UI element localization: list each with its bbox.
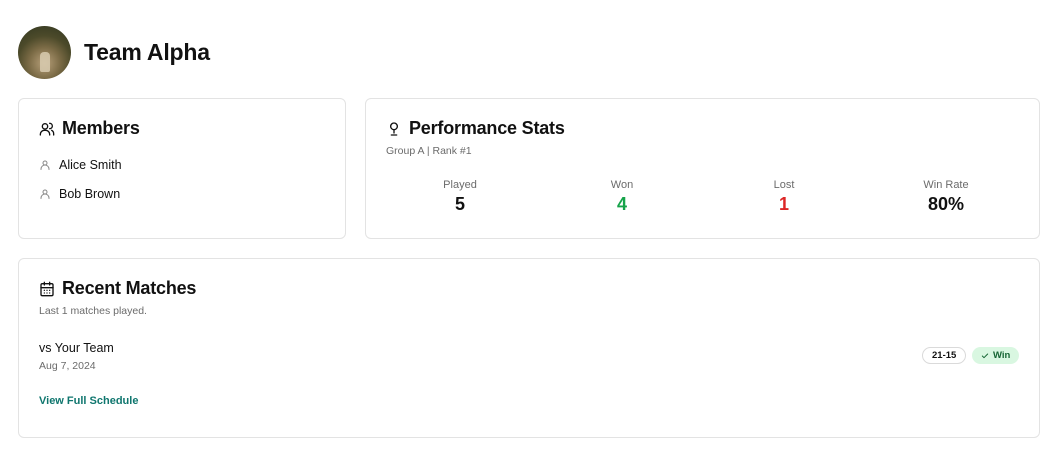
stat-lost: Lost 1 (724, 179, 844, 215)
result-badge: Win (972, 347, 1020, 364)
users-icon (39, 122, 55, 136)
stat-won: Won 4 (562, 179, 682, 215)
member-name: Bob Brown (59, 187, 121, 201)
stats-title-text: Performance Stats (409, 118, 565, 138)
stat-value: 1 (778, 194, 789, 214)
stats-title: Performance Stats (386, 118, 565, 139)
stat-value: 4 (616, 194, 627, 214)
stat-label: Won (610, 179, 634, 191)
member-item: Bob Brown (39, 187, 120, 201)
user-icon (40, 189, 50, 199)
performance-stats-card: Performance Stats Group A | Rank #1 Play… (365, 98, 1040, 239)
match-opponent: vs Your Team (39, 341, 114, 355)
stat-value: 5 (454, 194, 465, 214)
matches-subtitle: Last 1 matches played. (39, 305, 147, 317)
trophy-icon (390, 121, 398, 136)
score-badge: 21-15 (922, 347, 967, 364)
stat-played: Played 5 (400, 179, 520, 215)
stat-label: Played (443, 179, 477, 191)
team-avatar (18, 26, 71, 79)
result-label: Win (993, 350, 1011, 361)
members-card: Members Alice Smith Bob Brown (18, 98, 346, 239)
calendar-icon (40, 281, 54, 296)
stat-label: Lost (773, 179, 795, 191)
match-date: Aug 7, 2024 (39, 360, 96, 372)
matches-title-text: Recent Matches (62, 278, 197, 298)
members-title: Members (39, 118, 140, 139)
view-full-schedule-link[interactable]: View Full Schedule (39, 395, 138, 407)
member-name: Alice Smith (59, 158, 122, 172)
stats-subtitle: Group A | Rank #1 (386, 145, 472, 157)
member-item: Alice Smith (39, 158, 122, 172)
check-icon (981, 353, 989, 358)
stat-win-rate: Win Rate 80% (886, 179, 1006, 215)
team-name: Team Alpha (84, 39, 210, 65)
stat-label: Win Rate (923, 179, 969, 191)
team-header: Team Alpha (18, 26, 210, 79)
members-title-text: Members (62, 118, 140, 138)
user-icon (40, 160, 50, 170)
matches-title: Recent Matches (39, 278, 196, 299)
recent-matches-card: Recent Matches Last 1 matches played. vs… (18, 258, 1040, 438)
stat-value: 80% (927, 194, 965, 214)
